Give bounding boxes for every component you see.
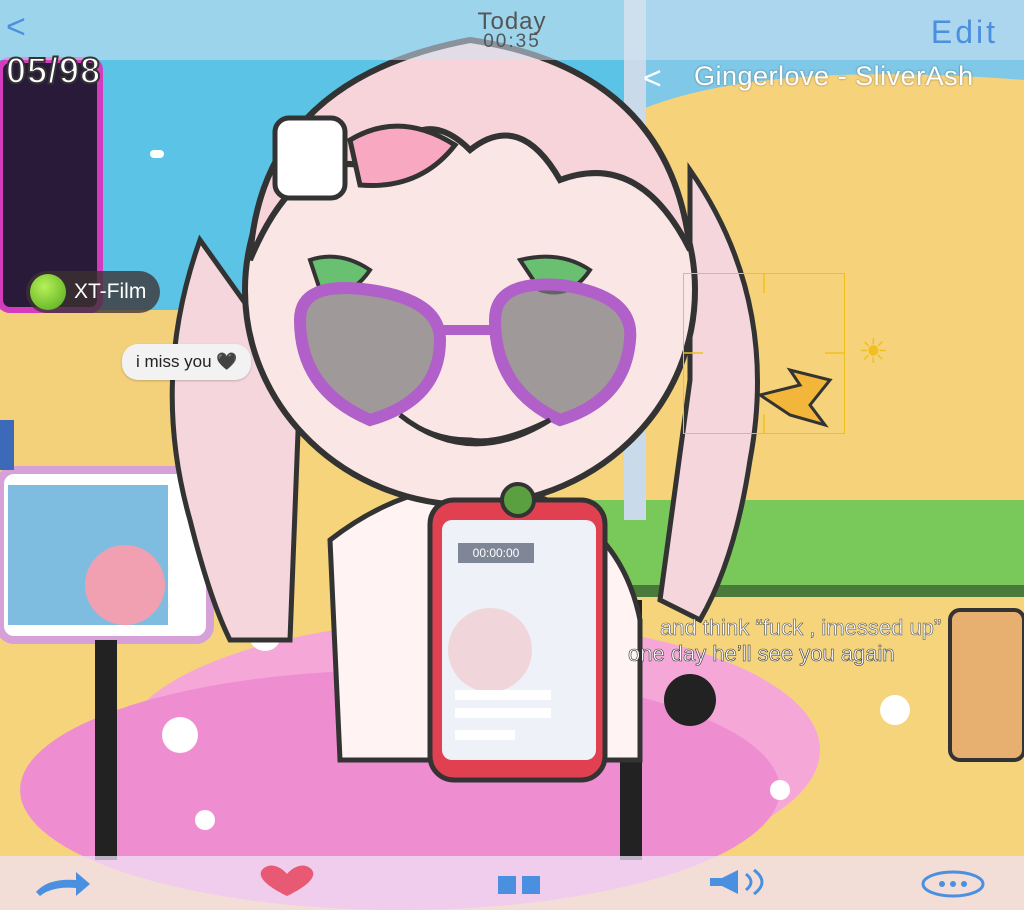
background-scene bbox=[0, 0, 1024, 910]
volume-icon[interactable] bbox=[708, 862, 776, 902]
user-badge-label: XT-Film bbox=[74, 280, 147, 303]
focus-ticks bbox=[683, 273, 845, 434]
time-label: 00:35 bbox=[483, 31, 541, 52]
song-back-button[interactable]: < bbox=[643, 60, 662, 97]
subtitle-line-2: one day he’ll see you again bbox=[628, 641, 895, 667]
photo-counter: 05/98 bbox=[5, 49, 102, 92]
avatar bbox=[30, 274, 66, 310]
recording-time: 00:00:00 bbox=[458, 543, 534, 563]
pause-icon[interactable] bbox=[496, 862, 544, 902]
edit-button[interactable]: Edit bbox=[931, 14, 998, 51]
message-bubble: i miss you 🖤 bbox=[122, 344, 252, 380]
song-title: Gingerlove - SliverAsh bbox=[694, 61, 974, 91]
sun-icon[interactable]: ☀ bbox=[858, 335, 888, 369]
share-arrow-icon[interactable] bbox=[32, 862, 94, 902]
more-icon[interactable] bbox=[918, 862, 988, 902]
heart-icon[interactable] bbox=[252, 862, 322, 902]
user-badge[interactable]: XT-Film bbox=[26, 271, 161, 313]
subtitle-line-1: and think “fuck , imessed up” bbox=[660, 615, 942, 641]
focus-frame[interactable] bbox=[683, 273, 845, 434]
